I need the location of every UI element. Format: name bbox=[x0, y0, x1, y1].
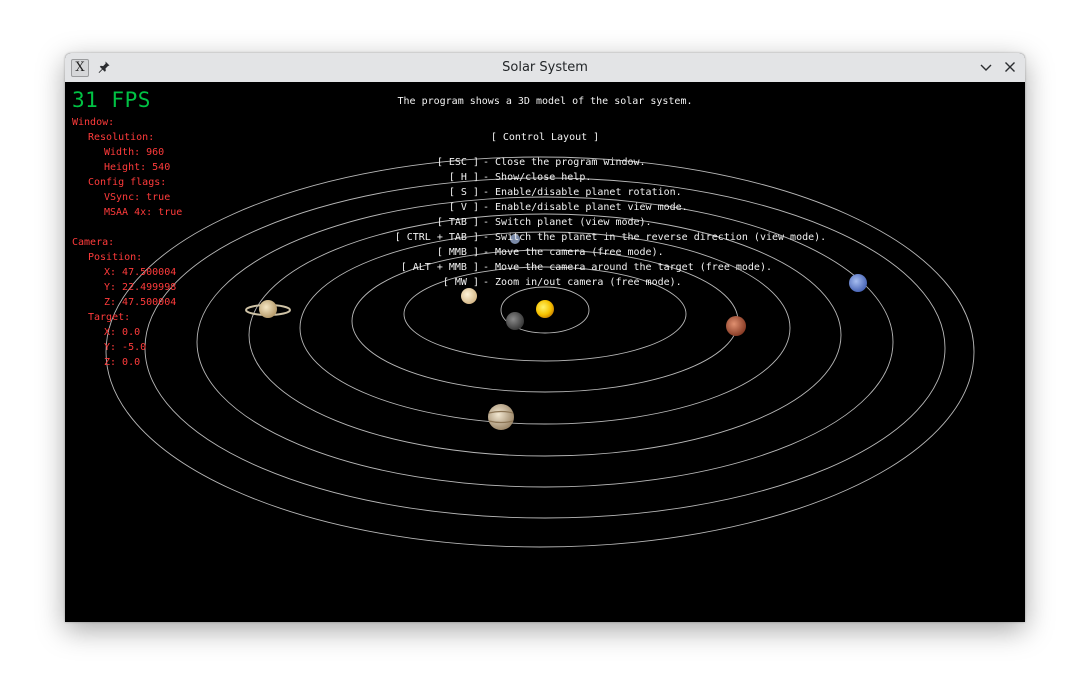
orbit-rings bbox=[105, 156, 975, 548]
control-action: - Close the program window. bbox=[483, 157, 646, 168]
target-z: Z: 0.0 bbox=[104, 357, 141, 368]
control-action: - Switch the planet in the reverse direc… bbox=[483, 232, 827, 243]
window-label: Window: bbox=[72, 117, 115, 128]
control-key: [ MMB ] bbox=[436, 247, 479, 258]
close-icon[interactable] bbox=[1003, 60, 1017, 74]
target-label: Target: bbox=[88, 312, 131, 323]
mars bbox=[726, 316, 746, 336]
jupiter bbox=[488, 404, 514, 430]
control-key: [ H ] bbox=[448, 172, 479, 183]
chevron-down-icon[interactable] bbox=[979, 60, 993, 74]
width-value: Width: 960 bbox=[104, 147, 165, 158]
control-key: [ S ] bbox=[448, 187, 479, 198]
position-z: Z: 47.500004 bbox=[104, 297, 177, 308]
control-key: [ MW ] bbox=[442, 277, 479, 288]
control-action: - Switch planet (view mode). bbox=[483, 217, 652, 228]
position-y: Y: 22.499998 bbox=[104, 282, 177, 293]
position-label: Position: bbox=[88, 252, 143, 263]
position-x: X: 47.500004 bbox=[104, 267, 177, 278]
control-action: - Zoom in/out camera (free mode). bbox=[483, 277, 682, 288]
control-key: [ V ] bbox=[448, 202, 479, 213]
vsync-value: VSync: true bbox=[104, 192, 171, 203]
render-viewport[interactable]: 31 FPS Window: Resolution: Width: 960 He… bbox=[65, 82, 1025, 622]
control-key: [ CTRL + TAB ] bbox=[394, 232, 479, 243]
target-x: X: 0.0 bbox=[104, 327, 141, 338]
config-flags-label: Config flags: bbox=[88, 177, 167, 188]
target-y: Y: -5.0 bbox=[104, 342, 147, 353]
neptune bbox=[849, 274, 867, 292]
camera-label: Camera: bbox=[72, 237, 115, 248]
sun bbox=[536, 300, 554, 318]
msaa-value: MSAA 4x: true bbox=[104, 207, 183, 218]
control-action: - Move the camera around the target (fre… bbox=[483, 262, 772, 273]
control-layout-heading: [ Control Layout ] bbox=[490, 132, 600, 143]
control-key: [ ALT + MMB ] bbox=[400, 262, 479, 273]
app-window: X Solar System 31 FPS Window: Resolution… bbox=[65, 53, 1025, 622]
control-action: - Show/close help. bbox=[483, 172, 592, 183]
control-action: - Enable/disable planet view mode. bbox=[483, 202, 688, 213]
height-value: Height: 540 bbox=[104, 162, 171, 173]
control-key: [ ESC ] bbox=[436, 157, 479, 168]
control-key: [ TAB ] bbox=[436, 217, 479, 228]
control-action: - Move the camera (free mode). bbox=[483, 247, 664, 258]
control-action: - Enable/disable planet rotation. bbox=[483, 187, 682, 198]
title-bar[interactable]: X Solar System bbox=[65, 53, 1025, 83]
venus bbox=[461, 288, 477, 304]
mercury bbox=[506, 312, 524, 330]
program-description: The program shows a 3D model of the sola… bbox=[397, 96, 693, 107]
window-title: Solar System bbox=[502, 60, 588, 75]
